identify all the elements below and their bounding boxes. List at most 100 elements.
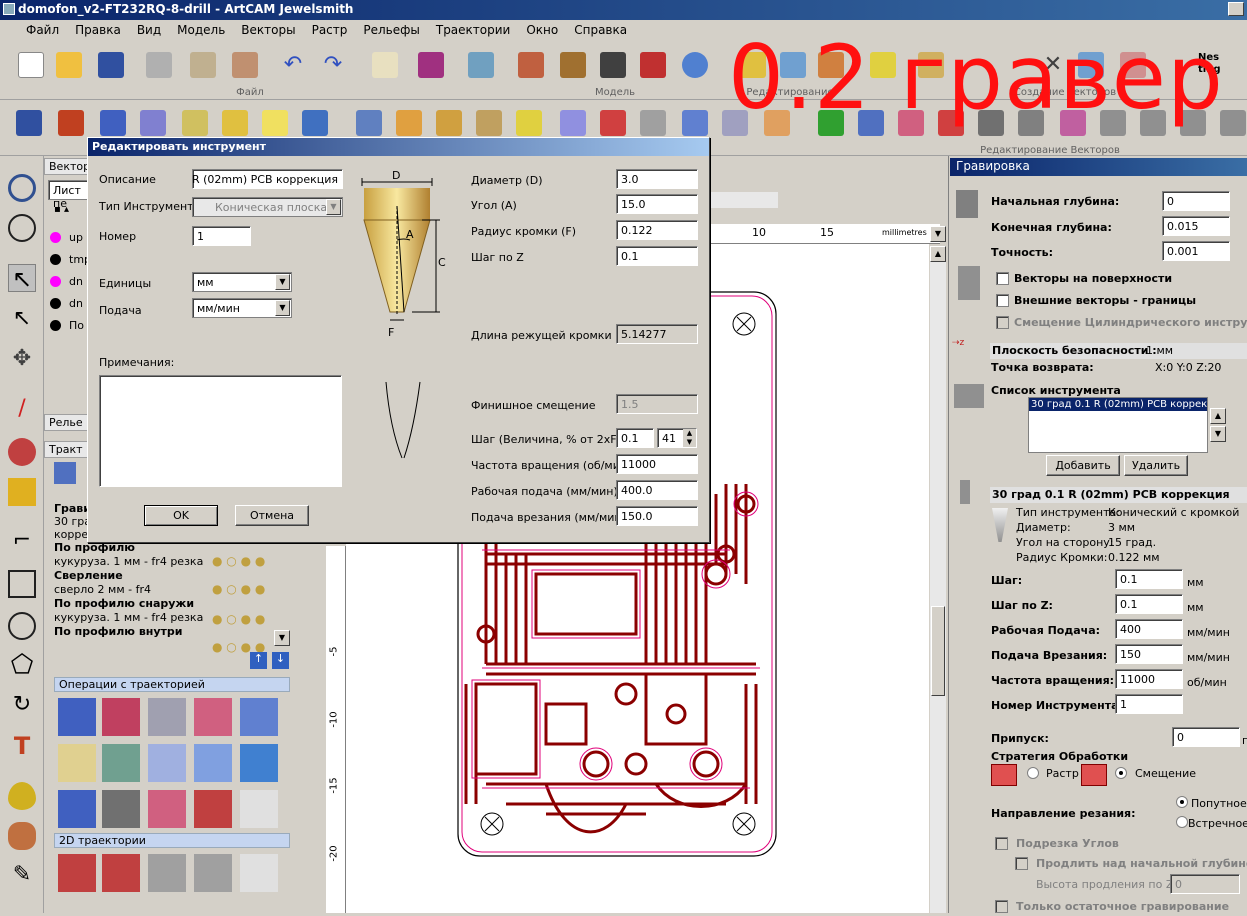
stepover-spinner[interactable]: ▲ ▼	[683, 429, 696, 447]
finish-offset-input[interactable]: 1.5	[616, 394, 698, 414]
menu-help[interactable]: Справка	[566, 23, 635, 37]
copy-icon[interactable]	[190, 52, 216, 78]
model-sphere-icon[interactable]	[682, 52, 708, 78]
menu-vectors[interactable]: Векторы	[233, 23, 303, 37]
relief-knot-icon[interactable]	[222, 110, 248, 136]
layer-item[interactable]: tmp	[50, 248, 91, 270]
offset-radio[interactable]	[1115, 767, 1127, 779]
vertical-scrollbar[interactable]: ▲	[930, 246, 946, 913]
op-area-icon[interactable]	[148, 698, 186, 736]
edge-radius-input[interactable]: 0.122	[616, 220, 698, 240]
text-tool-icon[interactable]: T	[8, 732, 36, 760]
redo-icon[interactable]: ↷	[320, 52, 346, 78]
zoom-icon[interactable]	[8, 174, 36, 202]
op-notes-icon[interactable]	[58, 744, 96, 782]
toolpath-name[interactable]: Сверление	[54, 569, 290, 582]
relief-red-icon[interactable]	[600, 110, 626, 136]
traj-inlay-icon[interactable]	[194, 854, 232, 892]
traj-profile-icon[interactable]	[58, 854, 96, 892]
move-down-icon[interactable]: ↓	[272, 652, 289, 669]
node-edit-icon[interactable]: ↖	[8, 306, 36, 334]
tolerance-input[interactable]: 0.001	[1162, 241, 1230, 261]
reliefs-tab[interactable]: Релье	[44, 414, 88, 431]
drop-icon[interactable]	[8, 782, 36, 810]
knife-icon[interactable]: ✎	[8, 862, 36, 890]
tool-type-select[interactable]: Коническая плоская ▼	[192, 197, 343, 217]
model-3d-icon[interactable]	[600, 52, 626, 78]
toolpath-name[interactable]: По профилю снаружи	[54, 597, 290, 610]
layer-item[interactable]: dn	[50, 270, 83, 292]
relief-grey-icon[interactable]	[640, 110, 666, 136]
relief-sweep-icon[interactable]	[140, 110, 166, 136]
menu-view[interactable]: Вид	[129, 23, 169, 37]
select-arrow-icon[interactable]: ↖	[8, 264, 36, 293]
description-input[interactable]: 0.1R (02mm) PCB коррекция	[192, 169, 343, 189]
relief-combine-icon[interactable]	[16, 110, 42, 136]
relief-flat-icon[interactable]	[262, 110, 288, 136]
corners-checkbox[interactable]	[995, 837, 1008, 850]
relief-leaf-icon[interactable]	[302, 110, 328, 136]
ruler-units-toggle[interactable]: ▼	[930, 226, 946, 242]
arc-icon[interactable]: ↻	[8, 692, 36, 720]
op-pocket-icon[interactable]	[102, 698, 140, 736]
tool-down-button[interactable]: ▼	[1210, 426, 1226, 442]
traj-vcarve-icon[interactable]	[240, 854, 278, 892]
menu-reliefs[interactable]: Рельефы	[355, 23, 427, 37]
end-depth-input[interactable]: 0.015	[1162, 216, 1230, 236]
cylinder-offset-checkbox[interactable]	[996, 316, 1009, 329]
feather-icon[interactable]	[8, 822, 36, 850]
spindle-speed-input[interactable]: 11000	[616, 454, 698, 474]
stepover-input[interactable]: 0.1	[616, 428, 654, 448]
transform-icon[interactable]: ✥	[8, 346, 36, 374]
op-profile-icon[interactable]	[58, 698, 96, 736]
relief-plane-icon[interactable]	[356, 110, 382, 136]
menu-window[interactable]: Окно	[518, 23, 566, 37]
circle-icon[interactable]	[8, 612, 36, 640]
polyline-icon[interactable]: ⌐	[8, 528, 36, 556]
toolnum-input[interactable]: 1	[1115, 694, 1183, 714]
save-icon[interactable]	[98, 52, 124, 78]
model-bear-icon[interactable]	[518, 52, 544, 78]
plunge-input[interactable]: 150	[1115, 644, 1183, 664]
op-save-icon[interactable]	[58, 790, 96, 828]
wizard-icon[interactable]	[468, 52, 494, 78]
notes-textarea[interactable]	[99, 375, 342, 487]
cut-icon[interactable]	[146, 52, 172, 78]
remove-tool-button[interactable]: Удалить	[1124, 455, 1188, 476]
rectangle-icon[interactable]	[8, 570, 36, 598]
minimize-button[interactable]	[1228, 2, 1244, 16]
spindle-input[interactable]: 11000	[1115, 669, 1183, 689]
stepdown-input[interactable]: 0.1	[616, 246, 698, 266]
menu-edit[interactable]: Правка	[67, 23, 129, 37]
conventional-radio[interactable]	[1176, 816, 1188, 828]
op-array-icon[interactable]	[148, 790, 186, 828]
menu-model[interactable]: Модель	[169, 23, 233, 37]
book-icon[interactable]	[418, 52, 444, 78]
allowance-input[interactable]: 0	[1172, 727, 1240, 747]
op-tools-icon[interactable]	[102, 744, 140, 782]
toolpath-name[interactable]: По профилю внутри	[54, 625, 290, 638]
menu-raster[interactable]: Растр	[304, 23, 356, 37]
traj-pocket-icon[interactable]	[102, 854, 140, 892]
feedrate-input[interactable]: 400.0	[616, 480, 698, 500]
notes-icon[interactable]	[372, 52, 398, 78]
raster-radio[interactable]	[1027, 767, 1039, 779]
cancel-button[interactable]: Отмена	[235, 505, 309, 526]
op-dots-icon[interactable]	[194, 790, 232, 828]
tool-list-item[interactable]: 30 град 0.1 R (02mm) PCB коррекц	[1029, 398, 1207, 411]
menu-file[interactable]: Файл	[18, 23, 67, 37]
op-block-icon[interactable]	[148, 744, 186, 782]
relief-tool-icon[interactable]	[476, 110, 502, 136]
relief-shape-icon[interactable]	[58, 110, 84, 136]
tool-up-button[interactable]: ▲	[1210, 408, 1226, 424]
undo-icon[interactable]: ↶	[280, 52, 306, 78]
model-render-icon[interactable]	[640, 52, 666, 78]
extend-height-input[interactable]: 0	[1170, 874, 1240, 894]
toolpath-scroll-down[interactable]: ▼	[274, 630, 290, 646]
toolpaths-2d-header[interactable]: 2D траектории	[54, 833, 290, 848]
relief-pin2-icon[interactable]	[436, 110, 462, 136]
toolpath-ops-header[interactable]: Операции с траекторией	[54, 677, 290, 692]
op-engrave-icon[interactable]	[240, 698, 278, 736]
relief-sun-icon[interactable]	[516, 110, 542, 136]
number-input[interactable]: 1	[192, 226, 251, 246]
